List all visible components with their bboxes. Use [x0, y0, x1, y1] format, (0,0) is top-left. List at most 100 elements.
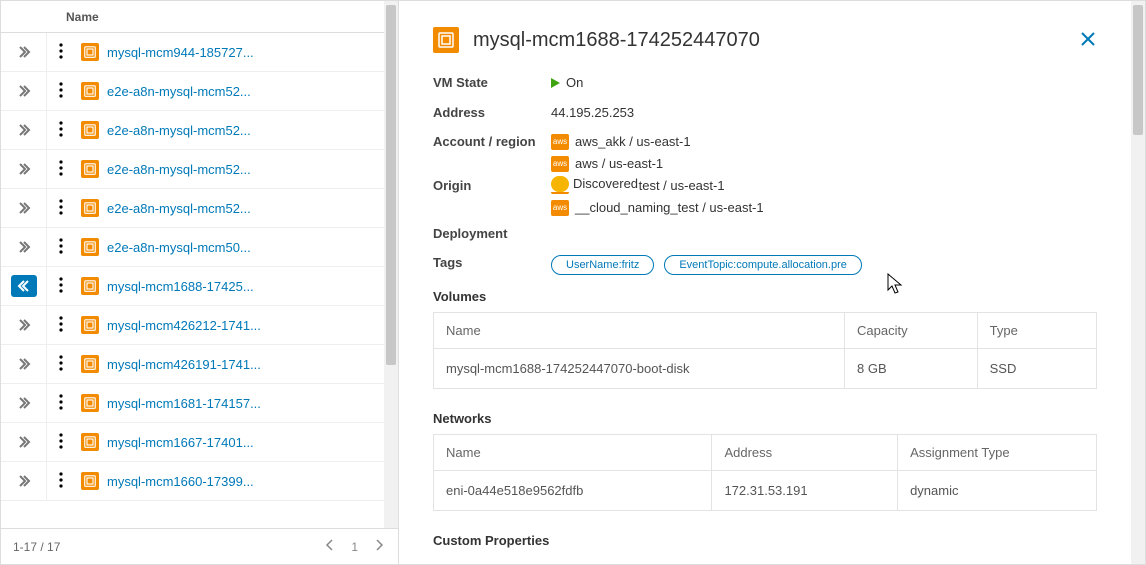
expand-button[interactable]	[11, 80, 37, 102]
account-region-item: awsaws / us-east-1	[551, 156, 1097, 172]
table-row: mysql-mcm426212-1741...	[1, 306, 398, 345]
pager-next-button[interactable]	[372, 537, 386, 556]
detail-header: mysql-mcm1688-174252447070	[433, 27, 1097, 53]
address-value: 44.195.25.253	[551, 105, 1097, 120]
pager-current: 1	[351, 540, 358, 554]
label-tags: Tags	[433, 255, 551, 275]
table-row: e2e-a8n-mysql-mcm52...	[1, 111, 398, 150]
detail-pane: mysql-mcm1688-174252447070 VM State On A…	[399, 1, 1145, 564]
vm-name-link[interactable]: mysql-mcm426191-1741...	[107, 357, 261, 372]
vm-name-link[interactable]: mysql-mcm1688-17425...	[107, 279, 254, 294]
right-scroll-thumb[interactable]	[1133, 5, 1143, 135]
networks-col-assign: Assignment Type	[898, 434, 1097, 470]
expand-button[interactable]	[11, 470, 37, 492]
row-actions-menu[interactable]	[57, 468, 65, 495]
vm-icon	[81, 316, 99, 334]
table-row: mysql-mcm1688-174252447070-boot-disk8 GB…	[434, 348, 1097, 388]
row-actions-menu[interactable]	[57, 351, 65, 378]
vm-name-link[interactable]: mysql-mcm426212-1741...	[107, 318, 261, 333]
left-scroll-thumb[interactable]	[386, 5, 396, 365]
pager: 1	[323, 537, 386, 556]
vm-name-link[interactable]: mysql-mcm1660-17399...	[107, 474, 254, 489]
expand-button[interactable]	[11, 431, 37, 453]
expand-button[interactable]	[11, 41, 37, 63]
tag-pill[interactable]: UserName:fritz	[551, 255, 654, 275]
vm-state-value: On	[551, 75, 583, 90]
section-custom-properties: Custom Properties	[433, 533, 1097, 548]
networks-col-name: Name	[434, 434, 712, 470]
row-actions-menu[interactable]	[57, 195, 65, 222]
vm-icon	[81, 472, 99, 490]
table-row: mysql-mcm1688-17425...	[1, 267, 398, 306]
pager-prev-button[interactable]	[323, 537, 337, 556]
row-actions-menu[interactable]	[57, 234, 65, 261]
vm-name-link[interactable]: mysql-mcm944-185727...	[107, 45, 254, 60]
list-body: mysql-mcm944-185727... e2e-a8n-mysql-mcm5…	[1, 33, 398, 528]
expand-button[interactable]	[11, 158, 37, 180]
list-header-name: Name	[66, 10, 99, 24]
row-actions-menu[interactable]	[57, 273, 65, 300]
list-header: Name	[1, 1, 398, 33]
expand-button[interactable]	[11, 353, 37, 375]
row-actions-menu[interactable]	[57, 117, 65, 144]
volume-name: mysql-mcm1688-174252447070-boot-disk	[434, 348, 845, 388]
expand-button[interactable]	[11, 119, 37, 141]
table-row: mysql-mcm426191-1741...	[1, 345, 398, 384]
table-row: mysql-mcm1667-17401...	[1, 423, 398, 462]
row-actions-menu[interactable]	[57, 156, 65, 183]
row-actions-menu[interactable]	[57, 429, 65, 456]
vm-name-link[interactable]: mysql-mcm1667-17401...	[107, 435, 254, 450]
right-scrollbar[interactable]	[1131, 1, 1145, 564]
vm-icon	[81, 394, 99, 412]
label-account-region: Account / region	[433, 134, 551, 149]
volumes-table: Name Capacity Type mysql-mcm1688-1742524…	[433, 312, 1097, 389]
vm-name-link[interactable]: mysql-mcm1681-174157...	[107, 396, 261, 411]
expand-button[interactable]	[11, 392, 37, 414]
tags-values: UserName:fritz EventTopic:compute.allocat…	[551, 255, 1097, 275]
expand-button[interactable]	[11, 197, 37, 219]
vm-name-link[interactable]: e2e-a8n-mysql-mcm52...	[107, 123, 251, 138]
cloud-icon	[551, 176, 569, 192]
aws-icon: aws	[551, 134, 569, 150]
vm-icon	[81, 160, 99, 178]
vm-icon	[81, 238, 99, 256]
label-vm-state: VM State	[433, 75, 551, 91]
collapse-button[interactable]	[11, 275, 37, 297]
network-assign: dynamic	[898, 470, 1097, 510]
left-scrollbar[interactable]	[384, 1, 398, 528]
page-range: 1-17 / 17	[13, 540, 60, 554]
row-actions-menu[interactable]	[57, 390, 65, 417]
deployment-value	[551, 226, 1097, 241]
volume-capacity: 8 GB	[845, 348, 978, 388]
row-actions-menu[interactable]	[57, 312, 65, 339]
play-icon	[551, 78, 560, 88]
vm-name-link[interactable]: e2e-a8n-mysql-mcm52...	[107, 162, 251, 177]
table-row: e2e-a8n-mysql-mcm52...	[1, 150, 398, 189]
close-button[interactable]	[1079, 30, 1097, 51]
networks-table: Name Address Assignment Type eni-0a44e51…	[433, 434, 1097, 511]
table-row: mysql-mcm944-185727...	[1, 33, 398, 72]
volumes-col-name: Name	[434, 312, 845, 348]
table-row: e2e-a8n-mysql-mcm52...	[1, 189, 398, 228]
label-address: Address	[433, 105, 551, 120]
vm-name-link[interactable]: e2e-a8n-mysql-mcm52...	[107, 84, 251, 99]
vm-icon	[81, 433, 99, 451]
table-row: eni-0a44e518e9562fdfb172.31.53.191dynami…	[434, 470, 1097, 510]
vm-icon	[81, 43, 99, 61]
expand-button[interactable]	[11, 314, 37, 336]
row-actions-menu[interactable]	[57, 78, 65, 105]
vm-icon	[433, 27, 459, 53]
vm-icon	[81, 277, 99, 295]
aws-icon: aws	[551, 156, 569, 172]
vm-name-link[interactable]: e2e-a8n-mysql-mcm52...	[107, 201, 251, 216]
section-volumes: Volumes	[433, 289, 1097, 304]
expand-button[interactable]	[11, 236, 37, 258]
row-actions-menu[interactable]	[57, 39, 65, 66]
tag-pill[interactable]: EventTopic:compute.allocation.pre	[664, 255, 862, 275]
aws-icon: aws	[551, 200, 569, 216]
vm-icon	[81, 199, 99, 217]
detail-title: mysql-mcm1688-174252447070	[473, 29, 1065, 52]
volumes-col-capacity: Capacity	[845, 312, 978, 348]
vm-name-link[interactable]: e2e-a8n-mysql-mcm50...	[107, 240, 251, 255]
vm-list-pane: Name mysql-mcm944-185727... e2e-a8n-mysql…	[1, 1, 399, 564]
